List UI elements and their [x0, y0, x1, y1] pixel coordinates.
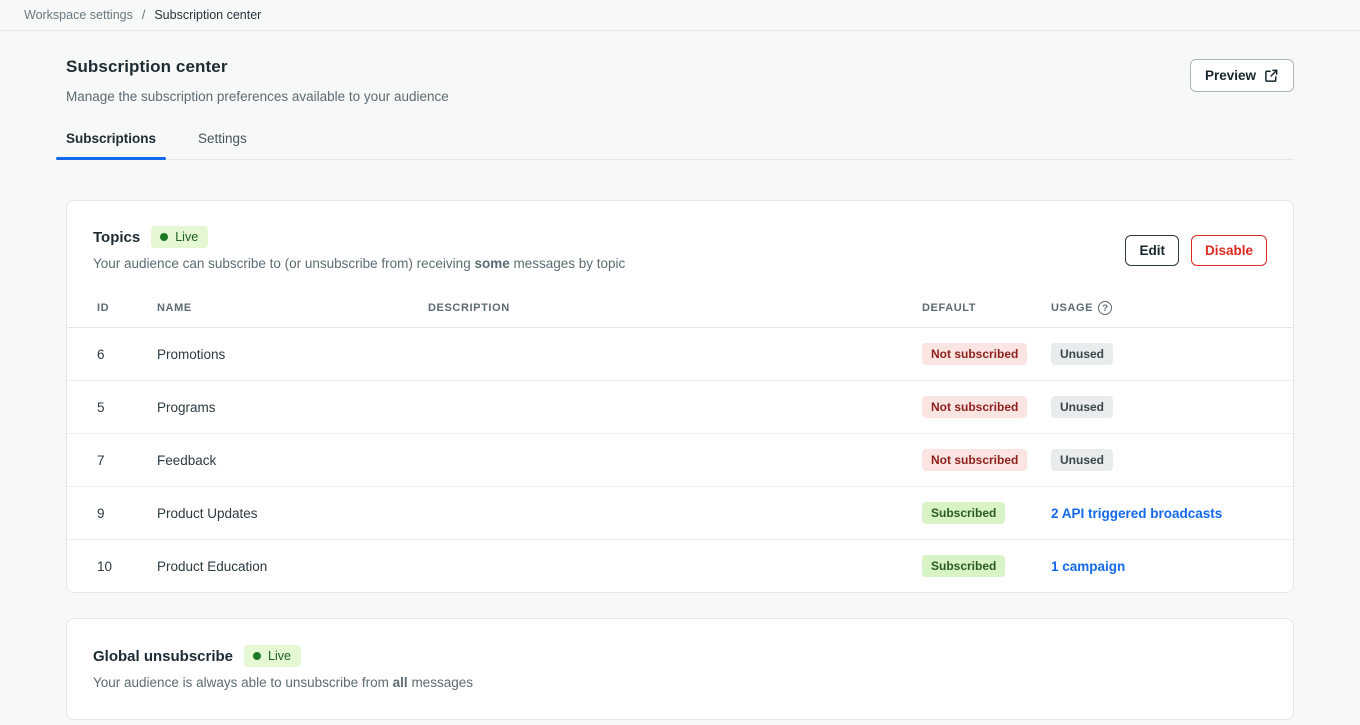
topic-name: Promotions [157, 328, 428, 381]
preview-button[interactable]: Preview [1190, 59, 1294, 92]
live-dot-icon [160, 233, 168, 241]
topic-id: 6 [67, 328, 157, 381]
topics-card-header-text: Topics Live Your audience can subscribe … [93, 226, 625, 271]
topic-id: 9 [67, 487, 157, 540]
global-live-badge: Live [244, 645, 301, 667]
topics-subtitle: Your audience can subscribe to (or unsub… [93, 256, 625, 271]
global-unsubscribe-card: Global unsubscribe Live Your audience is… [66, 618, 1294, 720]
table-row: 9 Product Updates Subscribed 2 API trigg… [67, 487, 1293, 540]
topics-card-header: Topics Live Your audience can subscribe … [67, 201, 1293, 289]
default-badge: Not subscribed [922, 396, 1027, 418]
column-header-default: DEFAULT [922, 289, 1051, 328]
topic-name: Programs [157, 381, 428, 434]
topic-id: 7 [67, 434, 157, 487]
topic-name: Feedback [157, 434, 428, 487]
topics-subtitle-post: messages by topic [510, 256, 626, 271]
usage-header-label: USAGE [1051, 302, 1093, 314]
table-row: 6 Promotions Not subscribed Unused [67, 328, 1293, 381]
global-subtitle-post: messages [408, 675, 473, 690]
edit-button[interactable]: Edit [1125, 235, 1179, 266]
topic-description [428, 328, 922, 381]
global-unsubscribe-title: Global unsubscribe [93, 648, 233, 665]
live-dot-icon [253, 652, 261, 660]
tab-bar: Subscriptions Settings [56, 131, 1294, 160]
tab-subscriptions[interactable]: Subscriptions [56, 131, 166, 159]
global-subtitle-pre: Your audience is always able to unsubscr… [93, 675, 393, 690]
table-header-row: ID NAME DESCRIPTION DEFAULT USAGE ? [67, 289, 1293, 328]
page-header-text: Subscription center Manage the subscript… [66, 57, 449, 104]
topics-live-badge: Live [151, 226, 208, 248]
live-badge-label: Live [175, 230, 198, 244]
usage-badge: Unused [1051, 449, 1113, 471]
external-link-icon [1264, 68, 1279, 83]
default-badge: Not subscribed [922, 449, 1027, 471]
page-header: Subscription center Manage the subscript… [66, 31, 1294, 104]
topic-name: Product Education [157, 540, 428, 593]
preview-button-label: Preview [1205, 68, 1256, 83]
page-subtitle: Manage the subscription preferences avai… [66, 89, 449, 104]
usage-link-broadcasts[interactable]: 2 API triggered broadcasts [1051, 506, 1222, 521]
topics-title: Topics [93, 229, 140, 246]
breadcrumb-workspace-settings[interactable]: Workspace settings [24, 8, 133, 22]
topics-card: Topics Live Your audience can subscribe … [66, 200, 1294, 593]
topics-subtitle-pre: Your audience can subscribe to (or unsub… [93, 256, 474, 271]
help-icon[interactable]: ? [1098, 301, 1112, 315]
usage-link-campaign[interactable]: 1 campaign [1051, 559, 1125, 574]
default-badge: Subscribed [922, 502, 1005, 524]
table-row: 7 Feedback Not subscribed Unused [67, 434, 1293, 487]
breadcrumb: Workspace settings / Subscription center [0, 0, 1360, 31]
topics-table: ID NAME DESCRIPTION DEFAULT USAGE ? 6 Pr… [67, 289, 1293, 592]
default-badge: Not subscribed [922, 343, 1027, 365]
column-header-id: ID [67, 289, 157, 328]
breadcrumb-subscription-center: Subscription center [154, 8, 261, 22]
topic-id: 5 [67, 381, 157, 434]
disable-button[interactable]: Disable [1191, 235, 1267, 266]
default-badge: Subscribed [922, 555, 1005, 577]
topic-description [428, 487, 922, 540]
topic-description [428, 381, 922, 434]
page-title: Subscription center [66, 57, 449, 77]
topic-description [428, 434, 922, 487]
usage-badge: Unused [1051, 343, 1113, 365]
column-header-usage: USAGE ? [1051, 289, 1293, 328]
topic-name: Product Updates [157, 487, 428, 540]
column-header-name: NAME [157, 289, 428, 328]
topic-description [428, 540, 922, 593]
table-row: 10 Product Education Subscribed 1 campai… [67, 540, 1293, 593]
global-subtitle-bold: all [393, 675, 408, 690]
topic-id: 10 [67, 540, 157, 593]
live-badge-label: Live [268, 649, 291, 663]
usage-badge: Unused [1051, 396, 1113, 418]
breadcrumb-separator: / [142, 8, 145, 22]
global-unsubscribe-subtitle: Your audience is always able to unsubscr… [93, 675, 1267, 690]
column-header-description: DESCRIPTION [428, 289, 922, 328]
topics-actions: Edit Disable [1125, 235, 1267, 266]
topics-subtitle-bold: some [474, 256, 509, 271]
table-row: 5 Programs Not subscribed Unused [67, 381, 1293, 434]
tab-settings[interactable]: Settings [188, 131, 257, 159]
